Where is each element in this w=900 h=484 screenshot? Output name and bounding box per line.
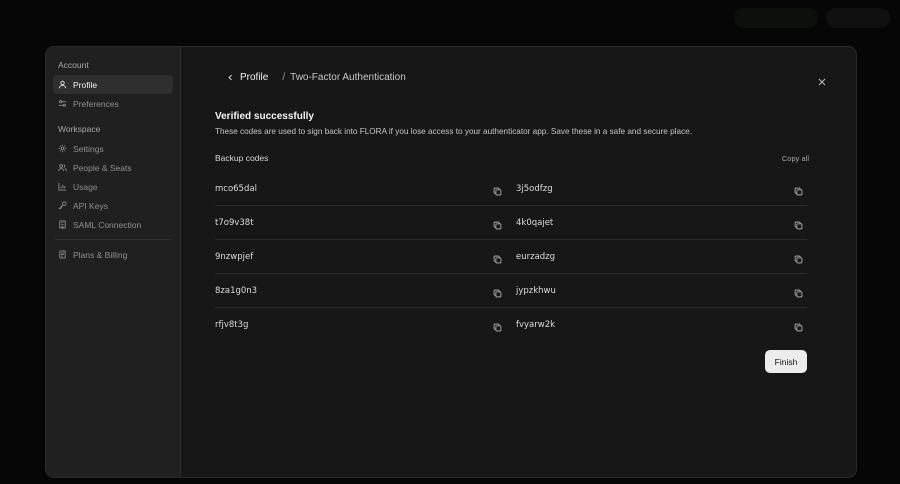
backup-code-item: 9nzwpjef — [215, 240, 516, 273]
close-button[interactable] — [818, 73, 828, 86]
account-section-label: Account — [58, 60, 89, 70]
sliders-icon — [58, 99, 67, 108]
page-description: These codes are used to sign back into F… — [215, 127, 692, 136]
breadcrumb-current: Two-Factor Authentication — [290, 72, 406, 83]
backup-code-item: mco65dal — [215, 172, 516, 205]
table-row: t7o9v38t 4k0qajet — [215, 206, 807, 240]
settings-sidebar: Account Profile Preferences Workspace Se… — [46, 47, 181, 477]
settings-modal: Account Profile Preferences Workspace Se… — [45, 46, 857, 478]
users-icon — [58, 163, 67, 172]
backup-code-item: 8za1g0n3 — [215, 274, 516, 307]
copy-all-button[interactable]: Copy all — [782, 154, 809, 163]
sidebar-divider — [55, 239, 171, 240]
sidebar-item-people-seats[interactable]: People & Seats — [53, 158, 173, 177]
user-icon — [58, 80, 67, 89]
finish-button[interactable]: Finish — [765, 350, 807, 373]
backup-code-text: rfjv8t3g — [215, 319, 249, 330]
copy-icon[interactable] — [493, 217, 502, 230]
copy-icon[interactable] — [794, 217, 803, 230]
sidebar-item-plans-billing[interactable]: Plans & Billing — [53, 245, 173, 264]
sidebar-item-label: SAML Connection — [73, 219, 142, 230]
workspace-section-label: Workspace — [58, 124, 101, 134]
table-row: 9nzwpjef eurzadzg — [215, 240, 807, 274]
copy-icon[interactable] — [493, 251, 502, 264]
copy-icon[interactable] — [493, 285, 502, 298]
backup-code-item: fvyarw2k — [516, 308, 807, 341]
backup-code-item: t7o9v38t — [215, 206, 516, 239]
breadcrumb: Profile / Two-Factor Authentication — [227, 72, 406, 83]
gear-icon — [58, 144, 67, 153]
sidebar-item-profile[interactable]: Profile — [53, 75, 173, 94]
two-factor-panel: Profile / Two-Factor Authentication Veri… — [181, 47, 856, 477]
sidebar-item-label: API Keys — [73, 200, 108, 211]
backup-code-text: eurzadzg — [516, 251, 556, 262]
copy-icon[interactable] — [794, 319, 803, 332]
table-row: rfjv8t3g fvyarw2k — [215, 308, 807, 341]
backup-code-text: 9nzwpjef — [215, 251, 254, 262]
receipt-icon — [58, 250, 67, 259]
table-row: 8za1g0n3 jypzkhwu — [215, 274, 807, 308]
back-to-profile-link[interactable]: Profile — [227, 72, 268, 83]
sidebar-item-usage[interactable]: Usage — [53, 177, 173, 196]
copy-icon[interactable] — [794, 183, 803, 196]
sidebar-item-label: Preferences — [73, 98, 119, 109]
sidebar-item-label: People & Seats — [73, 162, 132, 173]
copy-icon[interactable] — [493, 319, 502, 332]
bar-chart-icon — [58, 182, 67, 191]
copy-icon[interactable] — [493, 183, 502, 196]
copy-icon[interactable] — [794, 285, 803, 298]
backup-code-text: 8za1g0n3 — [215, 285, 258, 296]
key-icon — [58, 201, 67, 210]
sidebar-item-label: Plans & Billing — [73, 249, 128, 260]
backup-code-item: jypzkhwu — [516, 274, 807, 307]
building-icon — [58, 220, 67, 229]
backup-code-text: 4k0qajet — [516, 217, 554, 228]
backup-code-item: 4k0qajet — [516, 206, 807, 239]
backup-codes-label: Backup codes — [215, 153, 269, 163]
sidebar-item-settings[interactable]: Settings — [53, 139, 173, 158]
sidebar-item-preferences[interactable]: Preferences — [53, 94, 173, 113]
close-icon — [818, 78, 826, 86]
sidebar-item-label: Usage — [73, 181, 98, 192]
breadcrumb-back-label: Profile — [240, 72, 269, 83]
backup-code-text: 3j5odfzg — [516, 183, 553, 194]
backup-code-text: fvyarw2k — [516, 319, 556, 330]
background-button — [734, 8, 818, 28]
backup-codes-list: mco65dal 3j5odfzg t7o9v38t 4k0qajet 9nzwpjef… — [215, 172, 807, 341]
sidebar-item-label: Settings — [73, 143, 104, 154]
copy-icon[interactable] — [794, 251, 803, 264]
backup-code-item: rfjv8t3g — [215, 308, 516, 341]
backup-code-text: jypzkhwu — [516, 285, 556, 296]
breadcrumb-separator: / — [282, 72, 286, 83]
chevron-left-icon — [228, 74, 232, 81]
backup-code-text: t7o9v38t — [215, 217, 254, 228]
sidebar-item-label: Profile — [73, 79, 98, 90]
background-button — [826, 8, 890, 28]
backup-code-item: 3j5odfzg — [516, 172, 807, 205]
sidebar-item-saml-connection[interactable]: SAML Connection — [53, 215, 173, 234]
backup-code-item: eurzadzg — [516, 240, 807, 273]
sidebar-item-api-keys[interactable]: API Keys — [53, 196, 173, 215]
backup-code-text: mco65dal — [215, 183, 257, 194]
table-row: mco65dal 3j5odfzg — [215, 172, 807, 206]
page-title: Verified successfully — [215, 111, 314, 122]
